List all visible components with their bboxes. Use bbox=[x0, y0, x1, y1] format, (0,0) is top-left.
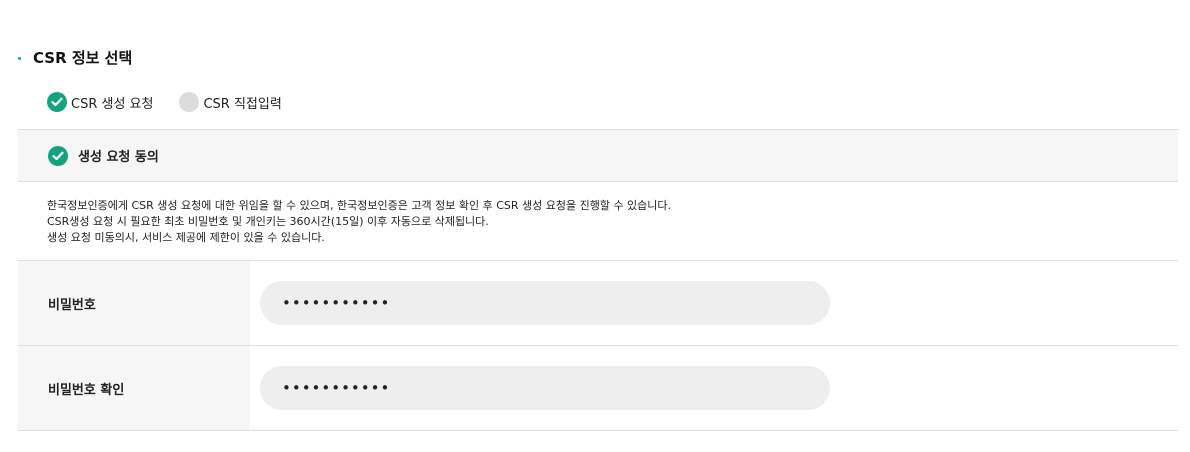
password-confirm-label: 비밀번호 확인 bbox=[18, 346, 250, 430]
password-cell bbox=[250, 261, 1178, 345]
password-confirm-input[interactable] bbox=[260, 366, 830, 410]
notice-line: CSR생성 요청 시 필요한 최초 비밀번호 및 개인키는 360시간(15일)… bbox=[47, 215, 489, 228]
notice-line: 한국정보인증에게 CSR 생성 요청에 대한 위임을 할 수 있으며, 한국정보… bbox=[47, 199, 672, 212]
password-label: 비밀번호 bbox=[18, 261, 250, 345]
agree-label: 생성 요청 동의 bbox=[78, 150, 159, 165]
password-confirm-row: 비밀번호 확인 bbox=[18, 346, 1178, 431]
csr-option-group: CSR 생성 요청 CSR 직접입력 bbox=[47, 91, 308, 113]
radio-unselected-icon bbox=[179, 92, 200, 112]
password-confirm-cell bbox=[250, 346, 1178, 430]
check-icon bbox=[47, 92, 67, 112]
section-title-text: CSR 정보 선택 bbox=[33, 48, 133, 67]
csr-info-section: CSR 정보 선택 CSR 생성 요청 CSR 직접입력 생성 요청 동의 한국… bbox=[0, 0, 1190, 452]
notice-line: 생성 요청 미동의시, 서비스 제공에 제한이 있을 수 있습니다. bbox=[47, 231, 325, 244]
agree-checkbox-row[interactable]: 생성 요청 동의 bbox=[18, 129, 1178, 182]
radio-label: CSR 생성 요청 bbox=[71, 96, 154, 112]
radio-csr-direct-input[interactable]: CSR 직접입력 bbox=[179, 92, 282, 112]
section-title: CSR 정보 선택 bbox=[18, 46, 132, 68]
check-icon[interactable] bbox=[48, 145, 68, 166]
radio-csr-generate-request[interactable]: CSR 생성 요청 bbox=[47, 92, 153, 112]
password-form: 비밀번호 비밀번호 확인 bbox=[18, 260, 1178, 431]
notice-text: 한국정보인증에게 CSR 생성 요청에 대한 위임을 할 수 있으며, 한국정보… bbox=[47, 198, 1147, 246]
radio-label: CSR 직접입력 bbox=[203, 96, 282, 112]
bullet-dot-icon bbox=[18, 56, 21, 60]
password-row: 비밀번호 bbox=[18, 261, 1178, 346]
password-input[interactable] bbox=[260, 281, 830, 325]
